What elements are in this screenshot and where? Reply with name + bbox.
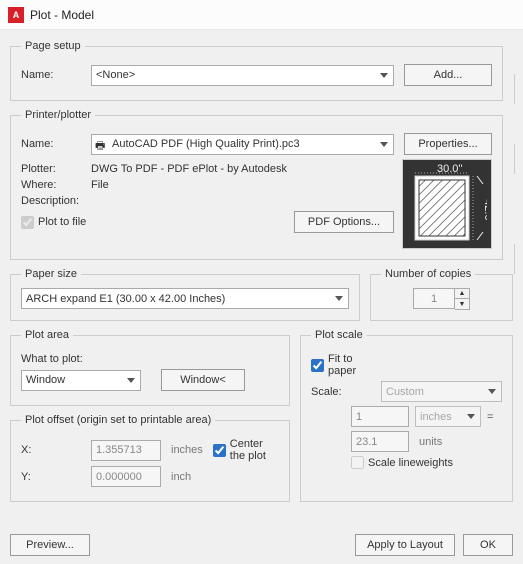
scale-label: Scale: xyxy=(311,386,381,398)
copies-legend: Number of copies xyxy=(381,268,475,280)
preview-width-label: 30.0'' xyxy=(437,164,463,175)
description-label: Description: xyxy=(21,195,91,207)
page-setup-group: Page setup Name: <None> Add... xyxy=(10,40,503,101)
plot-scale-legend: Plot scale xyxy=(311,329,367,341)
center-plot-label: Center the plot xyxy=(230,438,279,462)
offset-x-label: X: xyxy=(21,444,91,456)
preview-button[interactable]: Preview... xyxy=(10,534,90,556)
scale-lineweights-input xyxy=(351,456,364,469)
copies-down-icon[interactable]: ▼ xyxy=(455,299,469,309)
fit-to-paper-label: Fit to paper xyxy=(328,353,381,377)
scale-denominator-field xyxy=(351,431,409,452)
app-icon: A xyxy=(8,7,24,23)
offset-x-field xyxy=(91,440,161,461)
offset-y-unit: inch xyxy=(171,471,191,483)
paper-size-legend: Paper size xyxy=(21,268,81,280)
copies-up-icon[interactable]: ▲ xyxy=(455,289,469,299)
page-setup-legend: Page setup xyxy=(21,40,85,52)
page-setup-name-combo[interactable]: <None> xyxy=(91,65,394,86)
plot-area-group: Plot area What to plot: Window Window< xyxy=(10,329,290,406)
apply-to-layout-button[interactable]: Apply to Layout xyxy=(355,534,455,556)
what-to-plot-combo[interactable]: Window xyxy=(21,370,141,391)
printer-name-label: Name: xyxy=(21,138,91,150)
where-value: File xyxy=(91,179,109,191)
what-to-plot-label: What to plot: xyxy=(21,353,83,365)
plot-to-file-input xyxy=(21,216,34,229)
window-title: Plot - Model xyxy=(30,8,94,22)
center-plot-checkbox[interactable]: Center the plot xyxy=(213,438,279,462)
page-setup-name-label: Name: xyxy=(21,69,91,81)
preview-height-label: 42.0'' xyxy=(482,199,487,225)
printer-icon: 🖶 xyxy=(95,137,105,156)
offset-y-label: Y: xyxy=(21,471,91,483)
window-pick-button[interactable]: Window< xyxy=(161,369,245,391)
where-label: Where: xyxy=(21,179,91,191)
copies-group: Number of copies ▲ ▼ xyxy=(370,268,513,321)
scale-lineweights-label: Scale lineweights xyxy=(368,457,453,469)
plot-dialog: Page setup Name: <None> Add... Printer/p… xyxy=(0,30,523,564)
printer-legend: Printer/plotter xyxy=(21,109,95,121)
fit-to-paper-checkbox[interactable]: Fit to paper xyxy=(311,353,381,377)
ok-button[interactable]: OK xyxy=(463,534,513,556)
equals-label: = xyxy=(487,411,493,423)
center-plot-input[interactable] xyxy=(213,444,226,457)
copies-field xyxy=(413,288,455,309)
dialog-footer: Preview... Apply to Layout OK xyxy=(0,526,523,564)
offset-x-unit: inches xyxy=(171,444,203,456)
plot-area-legend: Plot area xyxy=(21,329,73,341)
plot-offset-group: Plot offset (origin set to printable are… xyxy=(10,414,290,502)
printer-properties-button[interactable]: Properties... xyxy=(404,133,492,155)
copies-spinner[interactable]: ▲ ▼ xyxy=(413,288,470,310)
scale-combo: Custom xyxy=(381,381,502,402)
paper-size-group: Paper size ARCH expand E1 (30.00 x 42.00… xyxy=(10,268,360,321)
paper-size-combo[interactable]: ARCH expand E1 (30.00 x 42.00 Inches) xyxy=(21,288,349,309)
plotter-value: DWG To PDF - PDF ePlot - by Autodesk xyxy=(91,163,287,175)
scale-unit-combo: inches xyxy=(415,406,481,427)
fit-to-paper-input[interactable] xyxy=(311,359,324,372)
plot-scale-group: Plot scale Fit to paper Scale: Custom xyxy=(300,329,513,502)
page-setup-add-button[interactable]: Add... xyxy=(404,64,492,86)
paper-preview: 30.0'' 42.0'' xyxy=(402,159,492,249)
clipped-right-panels xyxy=(514,74,523,518)
scale-units-label: units xyxy=(419,436,442,448)
pdf-options-button[interactable]: PDF Options... xyxy=(294,211,394,233)
scale-numerator-field xyxy=(351,406,409,427)
plot-to-file-label: Plot to file xyxy=(38,216,86,228)
printer-group: Printer/plotter Name: AutoCAD PDF (High … xyxy=(10,109,503,260)
scale-lineweights-checkbox: Scale lineweights xyxy=(351,456,453,469)
printer-name-combo[interactable]: AutoCAD PDF (High Quality Print).pc3 xyxy=(91,134,394,155)
plot-offset-legend: Plot offset (origin set to printable are… xyxy=(21,414,215,426)
plotter-label: Plotter: xyxy=(21,163,91,175)
title-bar: A Plot - Model xyxy=(0,0,523,30)
plot-to-file-checkbox: Plot to file xyxy=(21,216,91,229)
offset-y-field xyxy=(91,466,161,487)
